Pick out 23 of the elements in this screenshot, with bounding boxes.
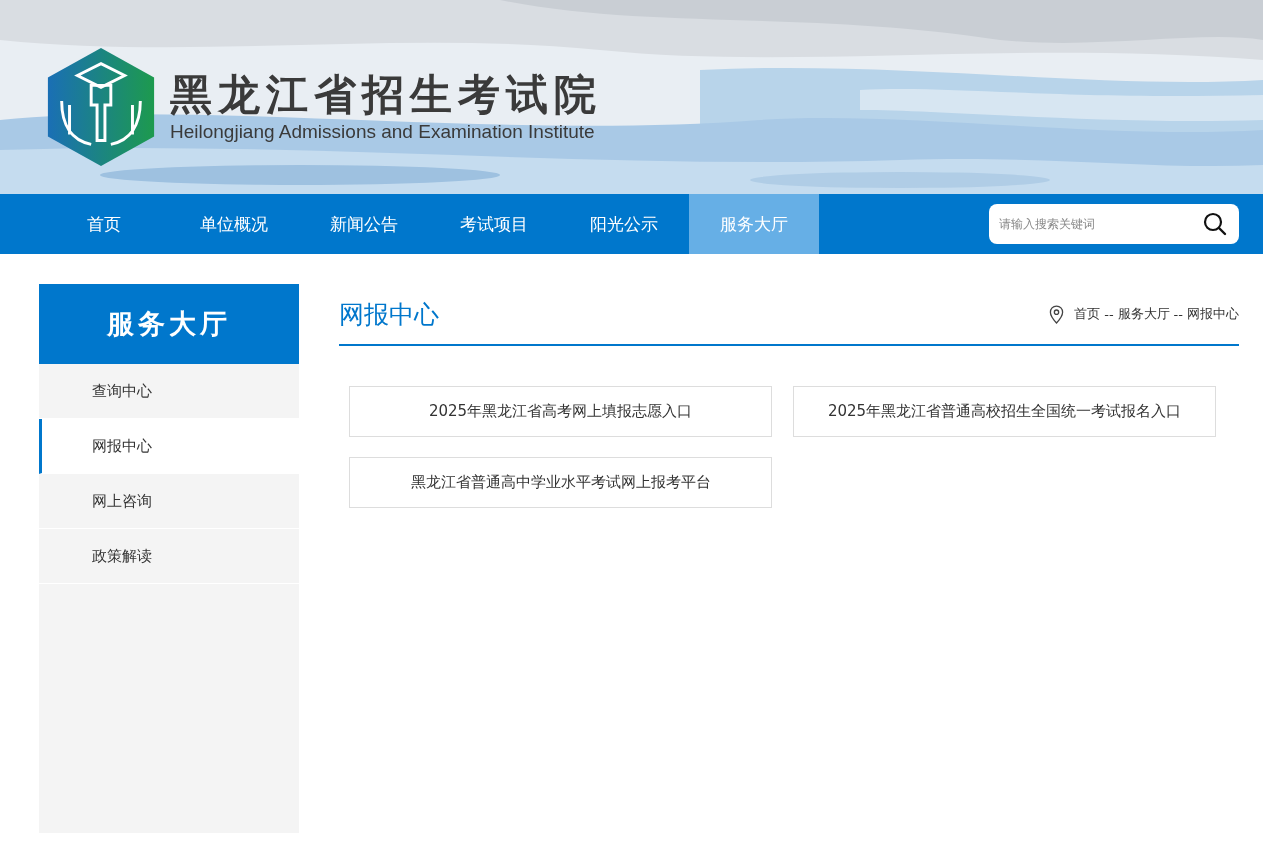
breadcrumb-separator: -- (1104, 306, 1114, 322)
sidebar-item[interactable]: 网上咨询 (39, 474, 299, 529)
search-field[interactable]: 请输入搜索关键词 (989, 204, 1239, 244)
nav-tab[interactable]: 阳光公示 (559, 194, 689, 254)
nav-tab[interactable]: 首页 (39, 194, 169, 254)
sidebar-item[interactable]: 网报中心 (39, 419, 299, 474)
sidebar-title: 服务大厅 (39, 284, 299, 364)
breadcrumb-link[interactable]: 服务大厅 (1117, 305, 1170, 323)
sidebar-item[interactable]: 政策解读 (39, 529, 299, 584)
page-title: 网报中心 (339, 298, 439, 331)
nav-tab[interactable]: 新闻公告 (299, 194, 429, 254)
logo-subtitle: Heilongjiang Admissions and Examination Institute (170, 120, 596, 144)
search-icon[interactable] (1203, 212, 1227, 236)
breadcrumb-link[interactable]: 网报中心 (1187, 305, 1239, 323)
location-pin-icon (1049, 304, 1065, 324)
link-button[interactable]: 黑龙江省普通高中学业水平考试网上报考平台 (349, 457, 772, 508)
link-button[interactable]: 2025年黑龙江省普通高校招生全国统一考试报名入口 (793, 386, 1216, 437)
link-button[interactable]: 2025年黑龙江省高考网上填报志愿入口 (349, 386, 772, 437)
nav-tab[interactable]: 考试项目 (429, 194, 559, 254)
logo-title: 黑龙江省招生考试院 (170, 70, 602, 120)
breadcrumb-link[interactable]: 首页 (1074, 305, 1101, 323)
breadcrumb-separator: -- (1173, 306, 1183, 322)
nav-tab[interactable]: 单位概况 (169, 194, 299, 254)
